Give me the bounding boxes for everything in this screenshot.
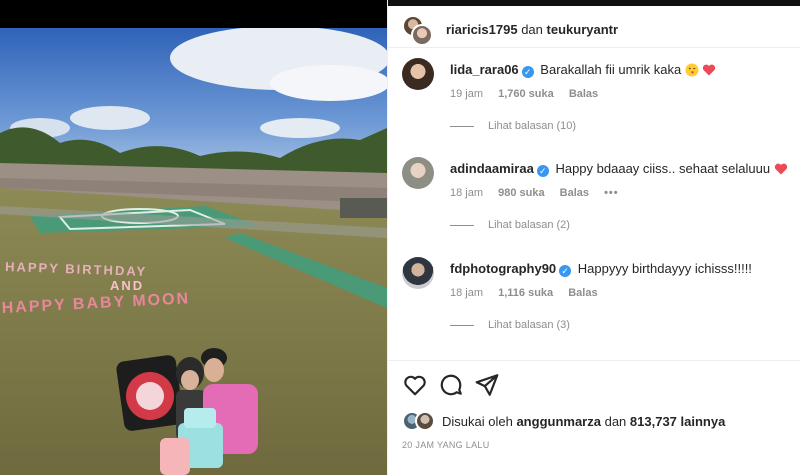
view-replies-label: Lihat balasan (2) bbox=[488, 219, 570, 231]
media-top-bar bbox=[0, 0, 387, 28]
comment-icon[interactable] bbox=[438, 372, 464, 398]
view-replies-label: Lihat balasan (3) bbox=[488, 319, 570, 331]
likes-username[interactable]: anggunmarza bbox=[516, 414, 601, 429]
comment-username[interactable]: lida_rara06 bbox=[450, 62, 519, 77]
author-username[interactable]: riaricis1795 bbox=[446, 22, 518, 37]
verified-badge-icon: ✓ bbox=[521, 66, 534, 78]
likes-count[interactable]: 813,737 lainnya bbox=[630, 414, 725, 429]
replies-divider bbox=[450, 324, 474, 326]
comment-likes[interactable]: 980 suka bbox=[498, 187, 544, 199]
red-heart-icon bbox=[774, 163, 787, 175]
comment-meta: 19 jam 1,760 suka Balas bbox=[450, 88, 610, 100]
author-conjunction: dan bbox=[521, 22, 543, 37]
red-heart-icon bbox=[703, 64, 716, 76]
avatar[interactable] bbox=[415, 411, 435, 431]
post-header: riaricis1795 dan teukuryantr bbox=[388, 6, 800, 48]
verified-badge-icon: ✓ bbox=[536, 165, 549, 177]
comment-text: Happyyy birthdayyy ichisss!!!!! bbox=[577, 261, 752, 276]
comment-time[interactable]: 19 jam bbox=[450, 88, 483, 100]
avatar[interactable] bbox=[402, 257, 434, 289]
comment-likes[interactable]: 1,116 suka bbox=[498, 287, 553, 299]
likes-prefix: Disukai oleh bbox=[442, 414, 513, 429]
comment-time[interactable]: 18 jam bbox=[450, 187, 483, 199]
comment-likes[interactable]: 1,760 suka bbox=[498, 88, 554, 100]
comment-username[interactable]: fdphotography90 bbox=[450, 261, 556, 276]
reply-button[interactable]: Balas bbox=[560, 187, 589, 199]
replies-divider bbox=[450, 125, 474, 127]
view-replies-button[interactable]: Lihat balasan (10) bbox=[450, 120, 576, 132]
likes-conjunction: dan bbox=[604, 414, 627, 429]
avatar[interactable] bbox=[402, 58, 434, 90]
comment-time[interactable]: 18 jam bbox=[450, 287, 483, 299]
view-replies-label: Lihat balasan (10) bbox=[488, 120, 577, 132]
comment-text: Happy bdaaay ciiss.. sehaat selaluuu bbox=[555, 161, 771, 176]
post-media[interactable]: HAPPY BIRTHDAY AND HAPPY BABY MOON bbox=[0, 0, 387, 475]
comment-item: fdphotography90 ✓ Happyyy birthdayyy ichi… bbox=[388, 257, 800, 337]
reply-button[interactable]: Balas bbox=[568, 287, 597, 299]
heart-icon[interactable] bbox=[402, 372, 428, 398]
share-icon[interactable] bbox=[474, 372, 500, 398]
view-replies-button[interactable]: Lihat balasan (2) bbox=[450, 219, 570, 231]
comments-panel: riaricis1795 dan teukuryantr lida_rara06… bbox=[387, 0, 800, 475]
author-username[interactable]: teukuryantr bbox=[547, 22, 619, 37]
comment-username[interactable]: adindaamiraa bbox=[450, 161, 534, 176]
comment-text: Barakallah fii umrik kaka bbox=[540, 62, 682, 77]
banner-line-2: AND bbox=[110, 278, 144, 293]
reply-button[interactable]: Balas bbox=[569, 88, 598, 100]
comment-item: adindaamiraa ✓ Happy bdaaay ciiss.. sehaa… bbox=[388, 157, 800, 237]
comment-text-row: adindaamiraa ✓ Happy bdaaay ciiss.. sehaa… bbox=[450, 161, 790, 177]
actions-divider bbox=[388, 360, 800, 361]
view-replies-button[interactable]: Lihat balasan (3) bbox=[450, 319, 570, 331]
comment-text-row: lida_rara06 ✓ Barakallah fii umrik kaka bbox=[450, 62, 790, 78]
post-timestamp[interactable]: 20 JAM YANG LALU bbox=[402, 440, 490, 450]
likes-text: Disukai oleh anggunmarza dan 813,737 lai… bbox=[442, 414, 725, 429]
verified-badge-icon: ✓ bbox=[559, 265, 572, 277]
comment-item: lida_rara06 ✓ Barakallah fii umrik kaka 1… bbox=[388, 58, 800, 138]
collab-avatars[interactable] bbox=[402, 15, 434, 47]
more-options-icon[interactable]: ••• bbox=[604, 187, 619, 199]
post-photo[interactable]: HAPPY BIRTHDAY AND HAPPY BABY MOON bbox=[0, 28, 387, 475]
kiss-face-icon bbox=[685, 63, 699, 77]
comment-meta: 18 jam 1,116 suka Balas bbox=[450, 287, 610, 299]
post-authors: riaricis1795 dan teukuryantr bbox=[446, 22, 618, 37]
replies-divider bbox=[450, 224, 474, 226]
comment-meta: 18 jam 980 suka Balas ••• bbox=[450, 187, 631, 199]
avatar[interactable] bbox=[411, 24, 433, 46]
comment-text-row: fdphotography90 ✓ Happyyy birthdayyy ichi… bbox=[450, 261, 790, 277]
avatar[interactable] bbox=[402, 157, 434, 189]
